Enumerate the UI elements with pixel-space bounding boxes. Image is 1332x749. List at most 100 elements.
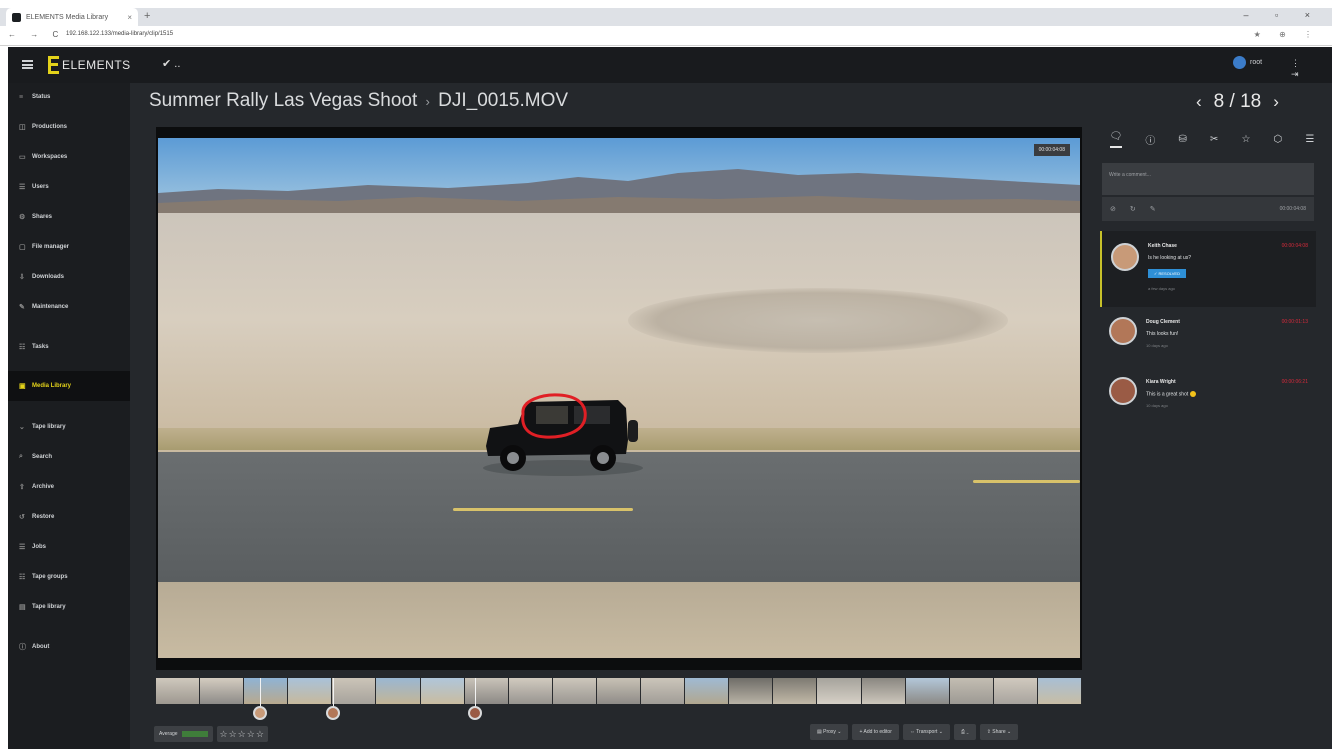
info-tab-icon[interactable]: ⓘ [1145, 132, 1155, 147]
favorites-tab-icon[interactable]: ☆ [1241, 134, 1250, 145]
share-button[interactable]: ⇪ Share ⌄ [979, 724, 1019, 740]
subclips-tab-icon[interactable]: ✂ [1210, 134, 1218, 145]
window-controls[interactable]: – ▫ × [1244, 10, 1322, 20]
refresh-icon[interactable]: ↻ [1130, 205, 1136, 213]
filmstrip-thumb[interactable] [552, 678, 597, 704]
filmstrip-thumb[interactable] [905, 678, 950, 704]
filmstrip-thumb[interactable] [1037, 678, 1082, 704]
user-name: root [1250, 59, 1263, 66]
filmstrip-thumb[interactable] [949, 678, 994, 704]
logo-text: ELEMENTS [62, 58, 131, 72]
sidebar-item-status[interactable]: ≡ Status [8, 83, 130, 111]
sidebar-item-tape-library[interactable]: ▤ Tape library [8, 593, 130, 621]
filmstrip-thumb[interactable] [685, 678, 730, 704]
tab-close-icon[interactable]: × [127, 13, 132, 22]
sidebar-item-maintenance[interactable]: ✎ Maintenance [8, 293, 130, 321]
next-asset-button[interactable]: › [1273, 92, 1279, 112]
comment-marker-avatar[interactable] [253, 706, 267, 720]
new-tab-button[interactable]: + [144, 10, 150, 22]
filmstrip-thumb[interactable] [288, 678, 333, 704]
sidebar-item-about[interactable]: ⓘ About [8, 633, 130, 661]
checkmark-action-icon[interactable]: ✔ .. [162, 57, 180, 70]
sidebar-item-label: Archive [32, 484, 55, 490]
star-rating-icon[interactable]: ☆☆☆☆☆ [216, 726, 268, 742]
cancel-icon[interactable]: ⊘ [1110, 205, 1116, 213]
filmstrip-thumb[interactable] [773, 678, 818, 704]
chevron-down-icon: ⌄ [19, 424, 25, 431]
sidebar-item-tape-library-group[interactable]: ⌄ Tape library [8, 413, 130, 441]
comment-timecode[interactable]: 00:00:04:08 [1282, 243, 1308, 249]
sidebar-item-users[interactable]: ☰ Users [8, 173, 130, 201]
filmstrip-thumb[interactable] [861, 678, 906, 704]
sidebar-item-downloads[interactable]: ⇩ Downloads [8, 263, 130, 291]
pencil-icon[interactable]: ✎ [1150, 205, 1156, 213]
comment-item[interactable]: Keith Chase Is he looking at us? ✓ RESOL… [1100, 231, 1316, 307]
avatar [1111, 243, 1139, 271]
sidebar-item-search[interactable]: ⌕ Search [8, 443, 130, 471]
top-bar-actions[interactable]: ⋮ ⇥ [1291, 58, 1332, 80]
filmstrip-thumb[interactable] [729, 678, 774, 704]
previous-asset-button[interactable]: ‹ [1196, 92, 1202, 112]
filmstrip-thumb[interactable] [817, 678, 862, 704]
sidebar-item-restore[interactable]: ↺ Restore [8, 503, 130, 531]
sidebar-item-tasks[interactable]: ☷ Tasks [8, 333, 130, 361]
add-to-editor-button[interactable]: + Add to editor [852, 724, 899, 740]
sidebar-item-label: Productions [32, 124, 68, 130]
video-frame-image[interactable]: 00:00:04:08 [158, 138, 1080, 658]
comment-item[interactable]: Kiara Wright This is a great shot 10 day… [1100, 367, 1316, 427]
sidebar-item-jobs[interactable]: ☰ Jobs [8, 533, 130, 561]
average-label: Average [159, 731, 178, 737]
sidebar-item-media-library[interactable]: ▣ Media Library [8, 371, 130, 401]
video-player[interactable]: 00:00:04:08 [156, 127, 1082, 670]
browser-tab[interactable]: ELEMENTS Media Library × [6, 8, 138, 26]
sidebar-item-workspaces[interactable]: ▭ Workspaces [8, 143, 130, 171]
filmstrip-thumb[interactable] [508, 678, 553, 704]
metadata-tab-icon[interactable]: ⛁ [1178, 134, 1186, 145]
filmstrip-thumb[interactable] [993, 678, 1038, 704]
elements-logo[interactable]: ELEMENTS [48, 55, 131, 75]
comment-text: This is a great shot [1146, 391, 1197, 397]
sidebar-item-shares[interactable]: ⚙ Shares [8, 203, 130, 231]
filmstrip-thumb[interactable] [420, 678, 465, 704]
filmstrip-thumb[interactable] [376, 678, 421, 704]
browser-extension-icons[interactable]: ★ ⊕ ⋮ [1254, 30, 1320, 39]
filmstrip-thumb[interactable] [156, 678, 201, 704]
timecode-overlay: 00:00:04:08 [1033, 144, 1070, 156]
rating-bar: Average ☆☆☆☆☆ [154, 724, 268, 744]
browser-nav-buttons[interactable]: ← → C [8, 30, 64, 39]
sidebar-item-file-manager[interactable]: ▢ File manager [8, 233, 130, 261]
filmstrip-thumb[interactable] [200, 678, 245, 704]
breadcrumb-parent[interactable]: Summer Rally Las Vegas Shoot [149, 90, 417, 111]
downloads-icon: ⇩ [19, 274, 25, 281]
proxy-button[interactable]: ▤ Proxy ⌄ [810, 724, 849, 740]
filmstrip-thumb[interactable] [464, 678, 509, 704]
sidebar-item-productions[interactable]: ◫ Productions [8, 113, 130, 141]
filmstrip-thumb[interactable] [596, 678, 642, 704]
avatar [1109, 377, 1137, 405]
sidebar-item-tape-groups[interactable]: ☷ Tape groups [8, 563, 130, 591]
menu-tab-icon[interactable]: ☰ [1305, 134, 1314, 145]
comment-marker-avatar[interactable] [326, 706, 340, 720]
comment-timecode[interactable]: 00:00:06:21 [1282, 379, 1308, 385]
comment-timecode[interactable]: 00:00:01:13 [1282, 319, 1308, 325]
filmstrip-thumb[interactable] [332, 678, 377, 704]
comment-input[interactable]: Write a comment... [1102, 163, 1314, 195]
hamburger-menu-icon[interactable] [22, 60, 33, 69]
filmstrip-thumb[interactable] [641, 678, 686, 704]
resolved-badge[interactable]: ✓ RESOLVED [1148, 269, 1186, 278]
right-panel: 🗨 ⓘ ⛁ ✂ ☆ ⬡ ☰ Write a comment... ⊘ ↻ ✎ 0… [1098, 127, 1326, 687]
comment-marker-avatar[interactable] [468, 706, 482, 720]
filmstrip-thumb[interactable] [244, 678, 289, 704]
comment-item[interactable]: Doug Clement This looks fun! 10 days ago… [1100, 307, 1316, 367]
url-field[interactable]: 192.168.122.133/media-library/clip/1515 [66, 31, 173, 37]
shares-icon: ⚙ [19, 214, 26, 221]
user-avatar [1233, 56, 1246, 69]
versions-tab-icon[interactable]: ⬡ [1274, 134, 1283, 145]
comments-tab-icon[interactable]: 🗨 [1109, 131, 1123, 148]
sidebar-item-archive[interactable]: ⇧ Archive [8, 473, 130, 501]
user-menu[interactable]: root [1233, 56, 1262, 69]
print-button[interactable]: ⎙ ⌄ [953, 724, 976, 740]
transport-button[interactable]: ⇔ Transport ⌄ [902, 724, 950, 740]
filmstrip[interactable] [156, 678, 1082, 704]
tape-library-icon: ▤ [19, 604, 26, 611]
